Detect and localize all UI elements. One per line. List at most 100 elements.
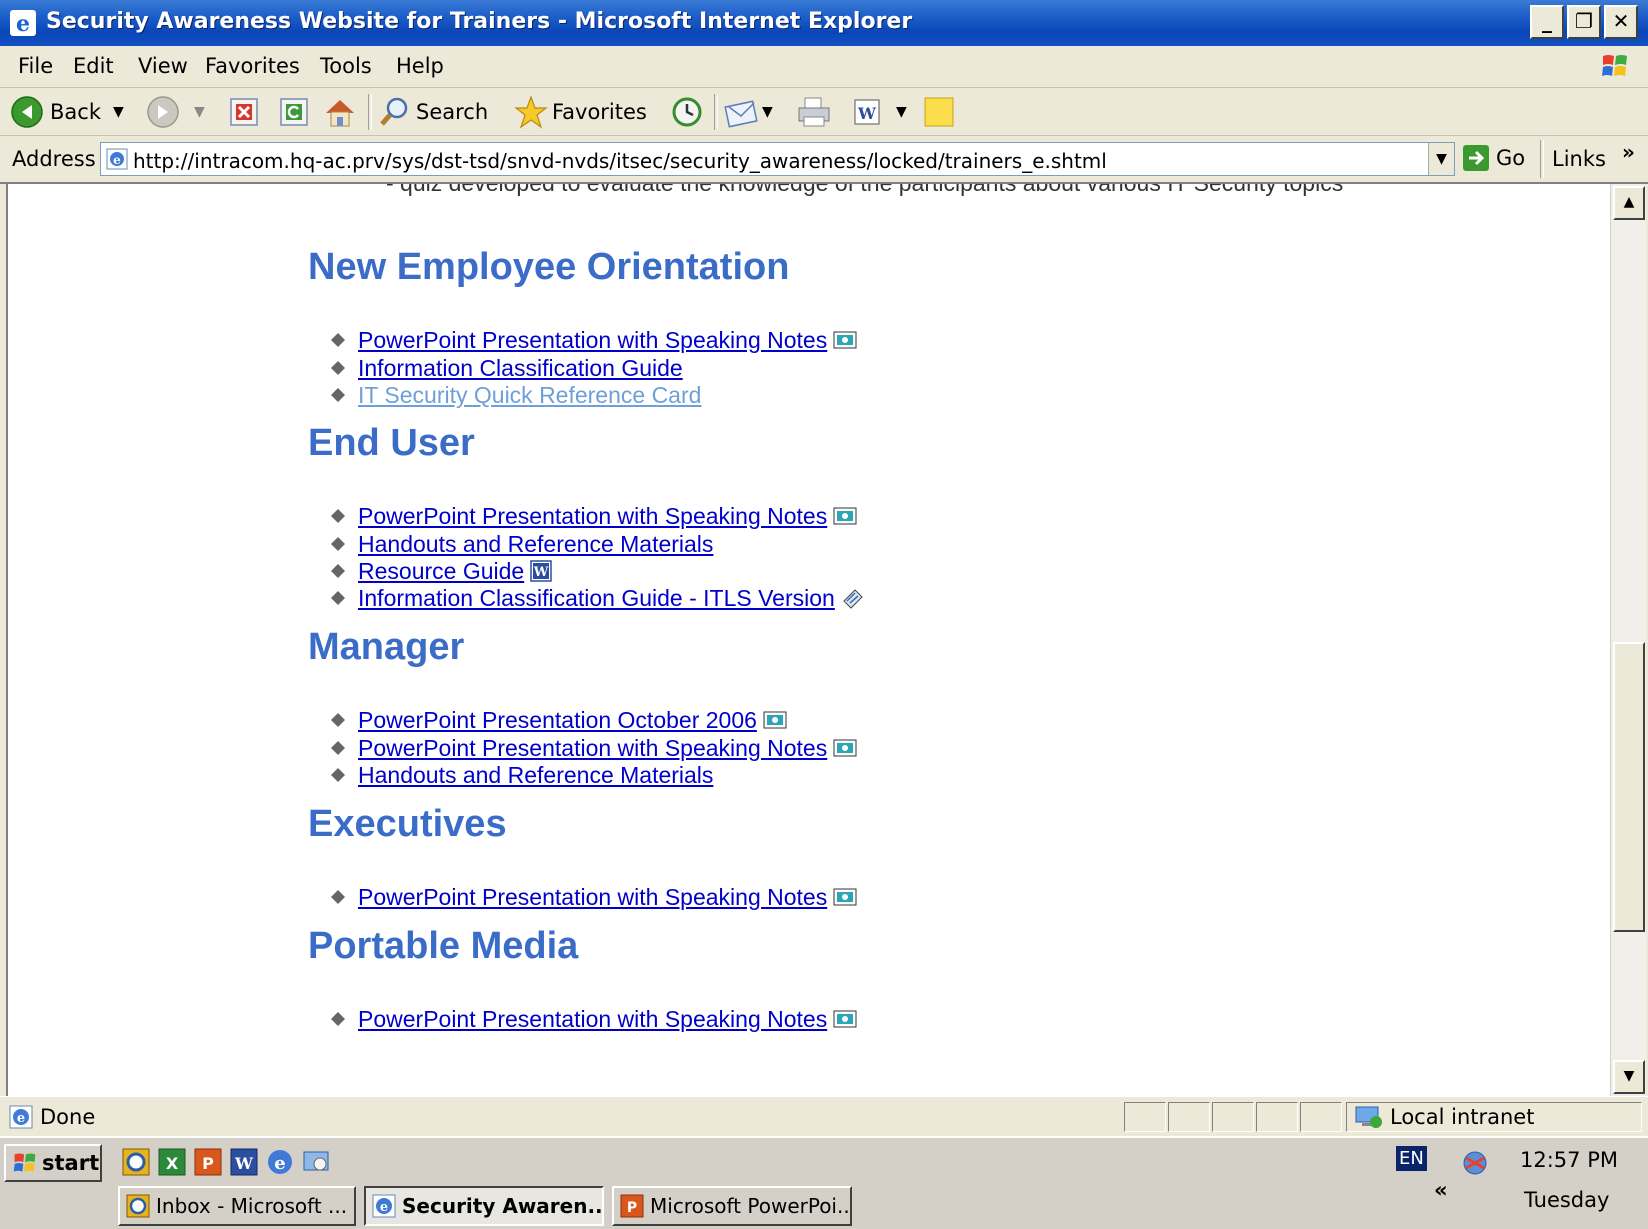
links-button[interactable]: Links (1552, 147, 1606, 171)
document-icon (843, 589, 863, 609)
search-icon (380, 97, 408, 126)
language-indicator[interactable]: EN (1396, 1146, 1427, 1171)
link-eu-classification-itls[interactable]: Information Classification Guide - ITLS … (358, 585, 835, 612)
link-mgr-powerpoint[interactable]: PowerPoint Presentation with Speaking No… (358, 735, 827, 762)
mail-dropdown-icon[interactable]: ▼ (762, 104, 773, 120)
outlook-icon[interactable] (122, 1148, 150, 1176)
bullet-icon (331, 591, 345, 605)
links-chevron-icon[interactable]: » (1622, 140, 1635, 164)
powerpoint-icon[interactable]: P (194, 1148, 222, 1176)
link-neo-powerpoint[interactable]: PowerPoint Presentation with Speaking No… (358, 327, 827, 354)
address-dropdown-icon[interactable]: ▼ (1428, 143, 1454, 175)
bullet-icon (331, 713, 345, 727)
bullet-icon (331, 564, 345, 578)
go-button[interactable]: Go (1462, 144, 1525, 172)
svg-text:e: e (17, 1111, 25, 1126)
minimize-button[interactable]: _ (1530, 5, 1564, 39)
clock-day: Tuesday (1524, 1188, 1610, 1212)
svg-text:e: e (113, 153, 121, 167)
menu-file[interactable]: File (18, 54, 53, 78)
ie-icon[interactable]: e (266, 1148, 294, 1176)
taskbar: start X P W e Inbox - Microsoft ... e Se… (0, 1136, 1648, 1229)
link-mgr-handouts[interactable]: Handouts and Reference Materials (358, 762, 713, 789)
address-url: http://intracom.hq-ac.prv/sys/dst-tsd/sn… (133, 149, 1107, 173)
home-button[interactable] (322, 94, 358, 130)
window-titlebar[interactable]: e Security Awareness Website for Trainer… (0, 0, 1648, 46)
menu-tools[interactable]: Tools (320, 54, 372, 78)
print-button[interactable] (796, 94, 832, 130)
bullet-icon (331, 741, 345, 755)
scroll-down-button[interactable]: ▼ (1613, 1060, 1645, 1094)
word-icon: W (530, 560, 552, 582)
tray-expand-icon[interactable]: « (1434, 1178, 1448, 1202)
bullet-icon (331, 333, 345, 347)
printer-icon (798, 97, 830, 127)
forward-dropdown-icon[interactable]: ▼ (194, 104, 205, 120)
task-powerpoint[interactable]: P Microsoft PowerPoi... (612, 1186, 852, 1226)
link-neo-classification[interactable]: Information Classification Guide (358, 355, 683, 382)
powerpoint-icon (833, 888, 857, 906)
standard-toolbar: Back ▼ ▼ Search Favorites ▼ W ▼ (0, 88, 1648, 136)
list-item: Handouts and Reference Materials (330, 761, 713, 789)
address-bar: Address e http://intracom.hq-ac.prv/sys/… (0, 136, 1648, 184)
security-zone-label: Local intranet (1390, 1105, 1535, 1129)
edit-button[interactable]: W ▼ (852, 94, 907, 130)
menu-help[interactable]: Help (396, 54, 444, 78)
list-item: PowerPoint Presentation with Speaking No… (330, 734, 857, 762)
link-mgr-powerpoint-oct-2006[interactable]: PowerPoint Presentation October 2006 (358, 707, 757, 734)
link-neo-quick-reference[interactable]: IT Security Quick Reference Card (358, 382, 701, 409)
section-title-portable-media: Portable Media (308, 925, 579, 967)
excel-icon[interactable]: X (158, 1148, 186, 1176)
address-label: Address (12, 147, 96, 171)
page-viewport[interactable]: - quiz developed to evaluate the knowled… (6, 184, 1612, 1096)
vertical-scrollbar[interactable]: ▲ ▼ (1610, 184, 1646, 1096)
menu-favorites[interactable]: Favorites (205, 54, 300, 78)
close-button[interactable]: ✕ (1604, 5, 1638, 39)
home-icon (326, 100, 354, 127)
network-tray-icon[interactable] (1460, 1148, 1490, 1178)
mail-button[interactable]: ▼ (724, 94, 773, 130)
section-title-new-employee: New Employee Orientation (308, 246, 790, 288)
ie-icon: e (372, 1194, 396, 1218)
favorites-button[interactable]: Favorites (514, 94, 647, 130)
note-icon (924, 97, 954, 127)
menu-edit[interactable]: Edit (73, 54, 114, 78)
link-pm-powerpoint[interactable]: PowerPoint Presentation with Speaking No… (358, 1006, 827, 1033)
menu-view[interactable]: View (138, 54, 188, 78)
link-eu-resource-guide[interactable]: Resource Guide (358, 558, 524, 585)
scroll-thumb[interactable] (1613, 642, 1645, 932)
show-desktop-icon[interactable] (302, 1148, 330, 1176)
link-eu-handouts[interactable]: Handouts and Reference Materials (358, 531, 713, 558)
discuss-button[interactable] (922, 94, 956, 130)
task-security-awareness[interactable]: e Security Awaren... (364, 1186, 604, 1226)
back-button[interactable]: Back ▼ (10, 94, 124, 130)
stop-icon (230, 98, 258, 126)
svg-text:W: W (533, 565, 549, 580)
back-dropdown-icon[interactable]: ▼ (113, 104, 124, 120)
list-item: IT Security Quick Reference Card (330, 381, 701, 409)
task-inbox[interactable]: Inbox - Microsoft ... (118, 1186, 356, 1226)
restore-button[interactable]: ❐ (1567, 5, 1601, 39)
link-exec-powerpoint[interactable]: PowerPoint Presentation with Speaking No… (358, 884, 827, 911)
powerpoint-icon (833, 1010, 857, 1028)
list-item: PowerPoint Presentation with Speaking No… (330, 1005, 857, 1033)
address-input[interactable]: e http://intracom.hq-ac.prv/sys/dst-tsd/… (100, 142, 1455, 176)
forward-button[interactable]: ▼ (146, 94, 205, 130)
start-button[interactable]: start (4, 1144, 102, 1182)
search-button[interactable]: Search (378, 94, 488, 130)
outlook-icon (126, 1194, 150, 1218)
edit-dropdown-icon[interactable]: ▼ (896, 104, 907, 120)
bullet-icon (331, 509, 345, 523)
word-icon[interactable]: W (230, 1148, 258, 1176)
svg-text:W: W (857, 104, 877, 123)
link-eu-powerpoint[interactable]: PowerPoint Presentation with Speaking No… (358, 503, 827, 530)
stop-button[interactable] (228, 94, 260, 130)
history-button[interactable] (670, 94, 704, 130)
status-bar: e Done Local intranet (0, 1096, 1648, 1136)
svg-text:X: X (166, 1154, 179, 1173)
list-item: Resource Guide W (330, 557, 552, 585)
refresh-button[interactable] (278, 94, 310, 130)
scroll-up-button[interactable]: ▲ (1613, 186, 1645, 220)
bullet-icon (331, 537, 345, 551)
bullet-icon (331, 890, 345, 904)
